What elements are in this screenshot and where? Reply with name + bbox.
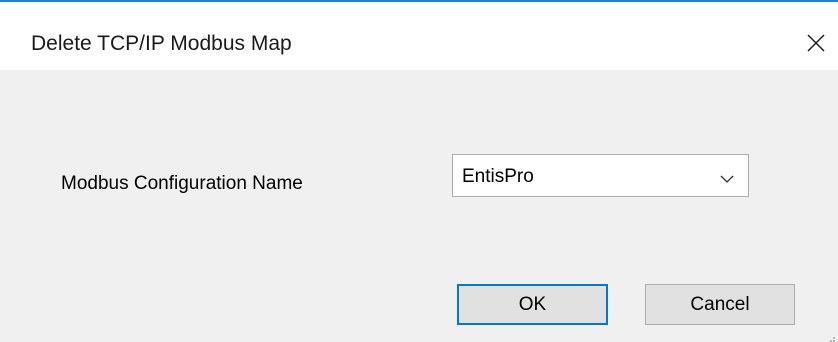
cancel-button[interactable]: Cancel xyxy=(645,284,795,325)
title-bar[interactable]: Delete TCP/IP Modbus Map xyxy=(0,2,838,70)
config-name-label: Modbus Configuration Name xyxy=(61,173,303,194)
ok-button[interactable]: OK xyxy=(457,284,608,325)
config-name-dropdown[interactable]: EntisPro xyxy=(452,154,749,197)
dialog-title: Delete TCP/IP Modbus Map xyxy=(31,32,292,55)
dialog-body: Modbus Configuration Name EntisPro OK Ca… xyxy=(0,70,838,342)
resize-grip-icon[interactable] xyxy=(826,330,836,342)
close-icon xyxy=(807,34,825,52)
close-button[interactable] xyxy=(794,20,838,66)
chevron-down-icon xyxy=(720,171,734,189)
config-name-value: EntisPro xyxy=(462,166,534,187)
delete-modbus-map-dialog: Delete TCP/IP Modbus Map Modbus Configur… xyxy=(0,0,838,342)
